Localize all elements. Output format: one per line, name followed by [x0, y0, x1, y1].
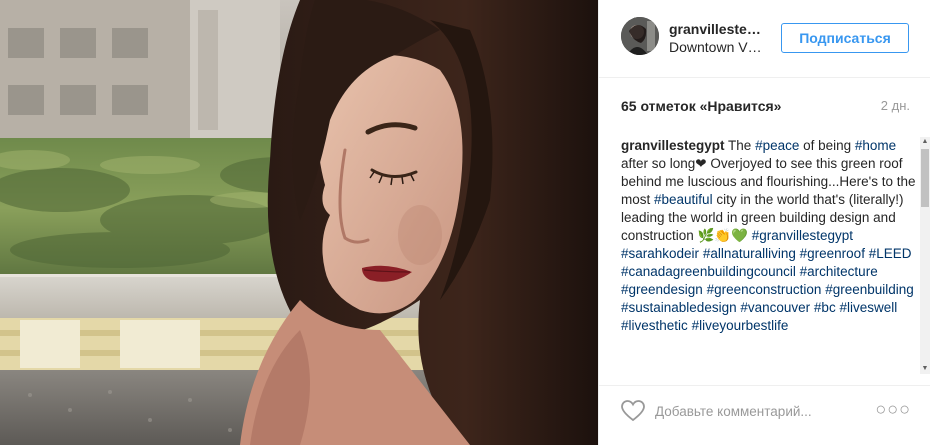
- more-options-icon[interactable]: ○○○: [875, 399, 911, 420]
- hashtag-link[interactable]: #greenbuilding: [825, 282, 914, 297]
- hashtag-link[interactable]: #bc: [814, 300, 836, 315]
- hashtag-link[interactable]: #greendesign: [621, 282, 703, 297]
- caption: granvillestegypt The #peace of being #ho…: [621, 137, 917, 374]
- author-username[interactable]: granvilleste…: [669, 21, 779, 37]
- hashtag-link[interactable]: #beautiful: [654, 192, 713, 207]
- post-location[interactable]: Downtown V…: [669, 39, 779, 55]
- caption-fragment: of being: [799, 138, 855, 153]
- likes-count[interactable]: 65 отметок «Нравится»: [621, 98, 911, 114]
- hashtag-link[interactable]: #granvillestegypt: [752, 228, 853, 243]
- hashtag-link[interactable]: #greenroof: [800, 246, 865, 261]
- avatar-image: [621, 17, 659, 55]
- post-sidebar: granvilleste… Downtown V… Подписаться 65…: [598, 0, 930, 445]
- scroll-up-arrow-icon[interactable]: ▲: [920, 137, 930, 147]
- follow-button[interactable]: Подписаться: [781, 23, 909, 53]
- hashtag-link[interactable]: #livesthetic: [621, 318, 688, 333]
- scroll-thumb[interactable]: [921, 149, 929, 207]
- hashtag-link[interactable]: #peace: [755, 138, 799, 153]
- heart-outline-icon[interactable]: [621, 400, 645, 422]
- hashtag-link[interactable]: #liveswell: [839, 300, 897, 315]
- post-header: granvilleste… Downtown V… Подписаться: [599, 0, 930, 78]
- comment-bar: ○○○: [599, 385, 930, 445]
- photo-illustration: [0, 0, 598, 445]
- post-time[interactable]: 2 дн.: [881, 98, 910, 113]
- comment-input[interactable]: [655, 401, 855, 421]
- hashtag-link[interactable]: #LEED: [869, 246, 912, 261]
- hashtag-link[interactable]: #liveyourbestlife: [692, 318, 789, 333]
- caption-fragment: The: [728, 138, 756, 153]
- hashtag-link[interactable]: #greenconstruction: [707, 282, 822, 297]
- author-avatar[interactable]: [621, 17, 659, 55]
- hashtag-link[interactable]: #sarahkodeir: [621, 246, 699, 261]
- caption-text: granvillestegypt The #peace of being #ho…: [621, 137, 917, 335]
- hashtag-link[interactable]: #architecture: [800, 264, 878, 279]
- hashtag-link[interactable]: #sustainabledesign: [621, 300, 737, 315]
- post-photo[interactable]: [0, 0, 598, 445]
- caption-scrollbar[interactable]: ▲ ▼: [920, 137, 930, 374]
- hashtag-link[interactable]: #canadagreenbuildingcouncil: [621, 264, 796, 279]
- hashtag-link[interactable]: #home: [855, 138, 896, 153]
- heart-icon-graphic: [621, 400, 645, 422]
- caption-username[interactable]: granvillestegypt: [621, 138, 725, 153]
- hashtag-link[interactable]: #vancouver: [740, 300, 810, 315]
- caption-body: The #peace of being #home after so long❤…: [621, 138, 916, 333]
- hashtag-link[interactable]: #allnaturalliving: [703, 246, 796, 261]
- scroll-down-arrow-icon[interactable]: ▼: [920, 364, 930, 374]
- post-viewer: granvilleste… Downtown V… Подписаться 65…: [0, 0, 930, 445]
